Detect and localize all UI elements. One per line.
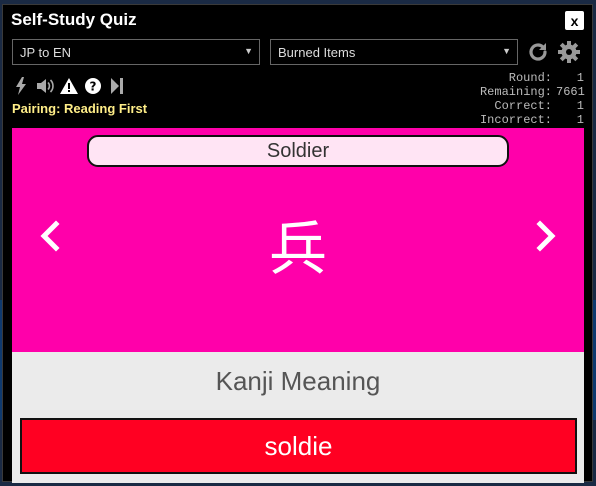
correct-value: 1: [576, 99, 584, 113]
mode-select[interactable]: JP to EN ▼: [12, 39, 260, 65]
round-value: 1: [576, 71, 584, 85]
toolbar: JP to EN ▼ Burned Items ▼: [12, 39, 584, 67]
help-icon[interactable]: ?: [84, 77, 102, 95]
status-bar: ? Pairing: Reading First Round: 1 Remaini…: [12, 71, 585, 127]
pairing-label: Pairing: Reading First: [12, 101, 148, 116]
quiz-window: Self-Study Quiz x JP to EN ▼ Burned Item…: [2, 4, 593, 483]
answer-input[interactable]: [20, 418, 577, 474]
remaining-value: 7661: [556, 85, 585, 99]
remaining-label: Remaining:: [479, 85, 552, 99]
question-type: Kanji Meaning: [12, 352, 584, 410]
skip-icon[interactable]: [108, 77, 126, 95]
chevron-down-icon: ▼: [502, 46, 511, 56]
correct-label: Correct:: [494, 99, 552, 113]
svg-text:?: ?: [90, 80, 97, 94]
round-label: Round:: [508, 71, 552, 85]
speaker-icon[interactable]: [36, 77, 54, 95]
items-select-value: Burned Items: [278, 44, 356, 60]
incorrect-label: Incorrect:: [479, 113, 552, 127]
warning-icon[interactable]: [60, 77, 78, 95]
title-bar[interactable]: Self-Study Quiz x: [3, 5, 592, 35]
stats-panel: Round: 1 Remaining: 7661 Correct: 1 Incorre…: [479, 71, 585, 127]
mode-select-value: JP to EN: [20, 44, 72, 60]
status-icons: ?: [12, 77, 126, 95]
close-button[interactable]: x: [565, 11, 584, 30]
kanji-character: 兵: [268, 215, 327, 283]
answer-area: [12, 410, 584, 483]
question-card: Soldier 兵: [12, 128, 584, 352]
items-select[interactable]: Burned Items ▼: [270, 39, 518, 65]
chevron-right-icon[interactable]: [534, 218, 558, 254]
chevron-down-icon: ▼: [244, 46, 253, 56]
gear-icon[interactable]: [557, 40, 581, 64]
hint-banner: Soldier: [87, 135, 509, 167]
window-title: Self-Study Quiz: [11, 10, 137, 29]
incorrect-value: 1: [576, 113, 584, 127]
refresh-icon[interactable]: [526, 40, 550, 64]
lightning-icon[interactable]: [12, 77, 30, 95]
